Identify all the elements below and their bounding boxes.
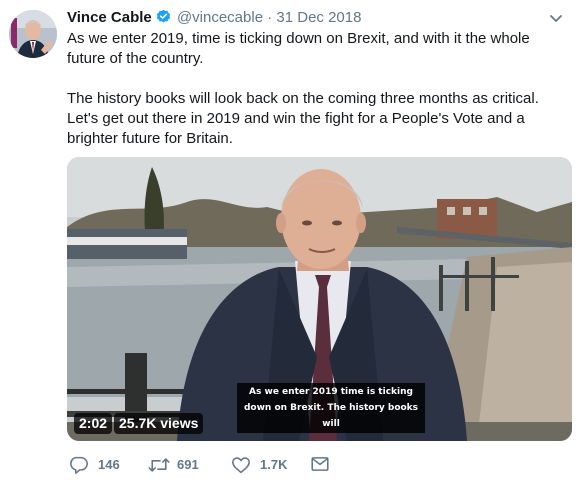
tweet-header: Vince Cable @vincecable · 31 Dec 2018 <box>67 8 361 30</box>
tweet-paragraph: The history books will look back on the … <box>67 90 539 107</box>
subtitle-line: As we enter 2019 time is ticking <box>249 387 413 397</box>
tweet-actions: 146 691 1.7K <box>67 455 487 475</box>
header-separator: · <box>267 9 273 26</box>
reply-icon <box>70 456 88 474</box>
verified-badge-icon <box>156 9 171 30</box>
like-count: 1.7K <box>260 457 288 472</box>
video-duration-badge: 2:02 <box>74 413 113 434</box>
video-player[interactable]: As we enter 2019 time is ticking down on… <box>67 157 572 441</box>
like-button[interactable]: 1.7K <box>231 455 301 475</box>
reply-count: 146 <box>98 457 120 472</box>
author-handle[interactable]: @vincecable <box>177 9 263 26</box>
envelope-icon <box>311 457 329 471</box>
tweet-text: As we enter 2019, time is ticking down o… <box>67 29 567 149</box>
avatar[interactable] <box>9 10 57 58</box>
chevron-down-icon[interactable] <box>548 12 564 24</box>
heart-icon <box>232 457 250 474</box>
retweet-count: 691 <box>177 457 199 472</box>
retweet-button[interactable]: 691 <box>148 455 218 475</box>
video-subtitle: As we enter 2019 time is ticking down on… <box>237 383 425 433</box>
tweet-paragraph: Let's get out there in 2019 and win the … <box>67 110 525 147</box>
subtitle-line: down on Brexit. The history books will <box>243 403 419 429</box>
reply-button[interactable]: 146 <box>69 455 139 475</box>
tweet-date[interactable]: 31 Dec 2018 <box>276 9 361 26</box>
video-views-badge: 25.7K views <box>114 413 204 434</box>
author-name[interactable]: Vince Cable <box>67 9 152 26</box>
direct-message-button[interactable] <box>311 455 331 475</box>
tweet-card[interactable]: Vince Cable @vincecable · 31 Dec 2018 As… <box>0 0 580 482</box>
tweet-paragraph: As we enter 2019, time is ticking down o… <box>67 30 530 67</box>
retweet-icon <box>148 458 170 472</box>
